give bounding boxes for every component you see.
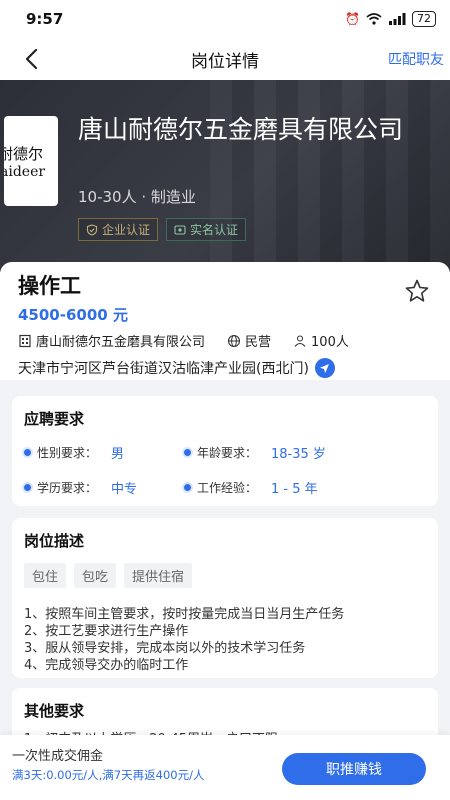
benefit-tag: 提供住宿	[124, 563, 193, 588]
req-label: 工作经验：	[197, 481, 258, 495]
status-time: 9:57	[26, 10, 64, 28]
headcount: 100人	[311, 335, 349, 350]
job-summary-card: 操作工 4500-6000 元 唐山耐德尔五金磨具有限公司 民营 100人 天津…	[0, 262, 450, 380]
shield-check-icon	[86, 223, 98, 236]
description-title: 岗位描述	[24, 532, 85, 550]
logo-en-text: aideer	[4, 163, 46, 180]
company-banner: 耐德尔 aideer 唐山耐德尔五金磨具有限公司 10-30人 · 制造业 企业…	[0, 80, 450, 272]
description-line: 2、按工艺要求进行生产操作	[24, 624, 189, 639]
cert-row: 企业认证 实名认证	[78, 218, 247, 241]
job-description-card: 岗位描述 包住 包吃 提供住宿 1、按照车间主管要求，按时按量完成当日当月生产任…	[12, 518, 438, 678]
favorite-star-icon[interactable]	[404, 278, 430, 304]
refer-earn-button[interactable]: 职推赚钱	[282, 753, 426, 785]
commission-title: 一次性成交佣金	[12, 749, 104, 764]
benefit-tag: 包住	[24, 563, 67, 588]
company-short-name[interactable]: 唐山耐德尔五金磨具有限公司	[36, 331, 205, 350]
req-label: 学历要求：	[37, 481, 98, 495]
req-experience: 工作经验： 1 - 5 年	[184, 478, 426, 497]
description-line: 1、按照车间主管要求，按时按量完成当日当月生产任务	[24, 607, 345, 622]
company-name: 唐山耐德尔五金磨具有限公司	[78, 115, 404, 144]
req-education: 学历要求： 中专	[24, 478, 184, 497]
salary-range: 4500-6000 元	[18, 306, 128, 324]
navigation-arrow-icon	[320, 363, 330, 373]
battery-indicator: 72	[412, 11, 436, 27]
company-info-row: 唐山耐德尔五金磨具有限公司 民营 100人	[18, 331, 432, 350]
bullet-dot	[184, 484, 191, 491]
description-line: 3、服从领导安排，完成本岗以外的技术学习任务	[24, 641, 306, 656]
nav-bar: 岗位详情 匹配职友	[0, 38, 450, 80]
enterprise-cert-label: 企业认证	[102, 223, 151, 237]
alarm-icon: ⏰	[345, 12, 360, 26]
globe-icon	[227, 334, 241, 347]
bullet-dot	[24, 484, 31, 491]
req-value: 中专	[111, 482, 138, 497]
req-label: 性别要求：	[37, 446, 98, 460]
page-title: 岗位详情	[191, 51, 259, 72]
description-line: 4、完成领导交办的临时工作	[24, 658, 189, 673]
req-value: 18-35 岁	[271, 447, 326, 462]
requirements-card: 应聘要求 性别要求： 男 年龄要求： 18-35 岁 学历要求： 中专 工作经验…	[12, 396, 438, 506]
status-bar: 9:57 ⏰ 72	[0, 0, 450, 38]
requirements-grid: 性别要求： 男 年龄要求： 18-35 岁 学历要求： 中专 工作经验： 1 -…	[24, 443, 426, 497]
description-text: 1、按照车间主管要求，按时按量完成当日当月生产任务 2、按工艺要求进行生产操作 …	[24, 606, 426, 674]
wifi-icon	[366, 13, 382, 25]
navigate-button[interactable]	[314, 358, 335, 378]
req-age: 年龄要求： 18-35 岁	[184, 443, 426, 462]
ownership-type: 民营	[245, 335, 272, 350]
realname-cert-badge: 实名认证	[166, 218, 247, 241]
req-value: 1 - 5 年	[271, 482, 318, 497]
bullet-dot	[184, 449, 191, 456]
building-icon	[19, 334, 31, 347]
req-label: 年龄要求：	[197, 446, 258, 460]
signal-icon	[389, 13, 406, 25]
job-title: 操作工	[18, 274, 81, 298]
realname-cert-label: 实名认证	[190, 223, 239, 237]
bottom-action-bar: 一次性成交佣金 满3天:0.00元/人,满7天再返400元/人 职推赚钱	[0, 735, 450, 800]
bullet-dot	[24, 449, 31, 456]
commission-detail: 满3天:0.00元/人,满7天再返400元/人	[12, 768, 205, 782]
company-logo[interactable]: 耐德尔 aideer	[4, 116, 58, 206]
id-card-icon	[174, 224, 186, 235]
address-row: 天津市宁河区芦台街道汉沽临津产业园(西北门)	[18, 358, 432, 378]
requirements-title: 应聘要求	[24, 410, 85, 428]
status-icons: ⏰ 72	[345, 11, 436, 27]
enterprise-cert-badge: 企业认证	[78, 218, 159, 241]
match-friends-link[interactable]: 匹配职友	[388, 49, 444, 69]
logo-cn-text: 耐德尔	[4, 144, 44, 163]
req-value: 男	[111, 447, 125, 462]
benefit-tags: 包住 包吃 提供住宿	[24, 563, 426, 588]
back-arrow-icon[interactable]	[20, 46, 46, 72]
company-meta: 10-30人 · 制造业	[78, 188, 196, 206]
people-icon	[294, 334, 306, 347]
benefit-tag: 包吃	[74, 563, 117, 588]
work-address: 天津市宁河区芦台街道汉沽临津产业园(西北门)	[18, 361, 309, 377]
other-title: 其他要求	[24, 702, 85, 720]
req-gender: 性别要求： 男	[24, 443, 184, 462]
